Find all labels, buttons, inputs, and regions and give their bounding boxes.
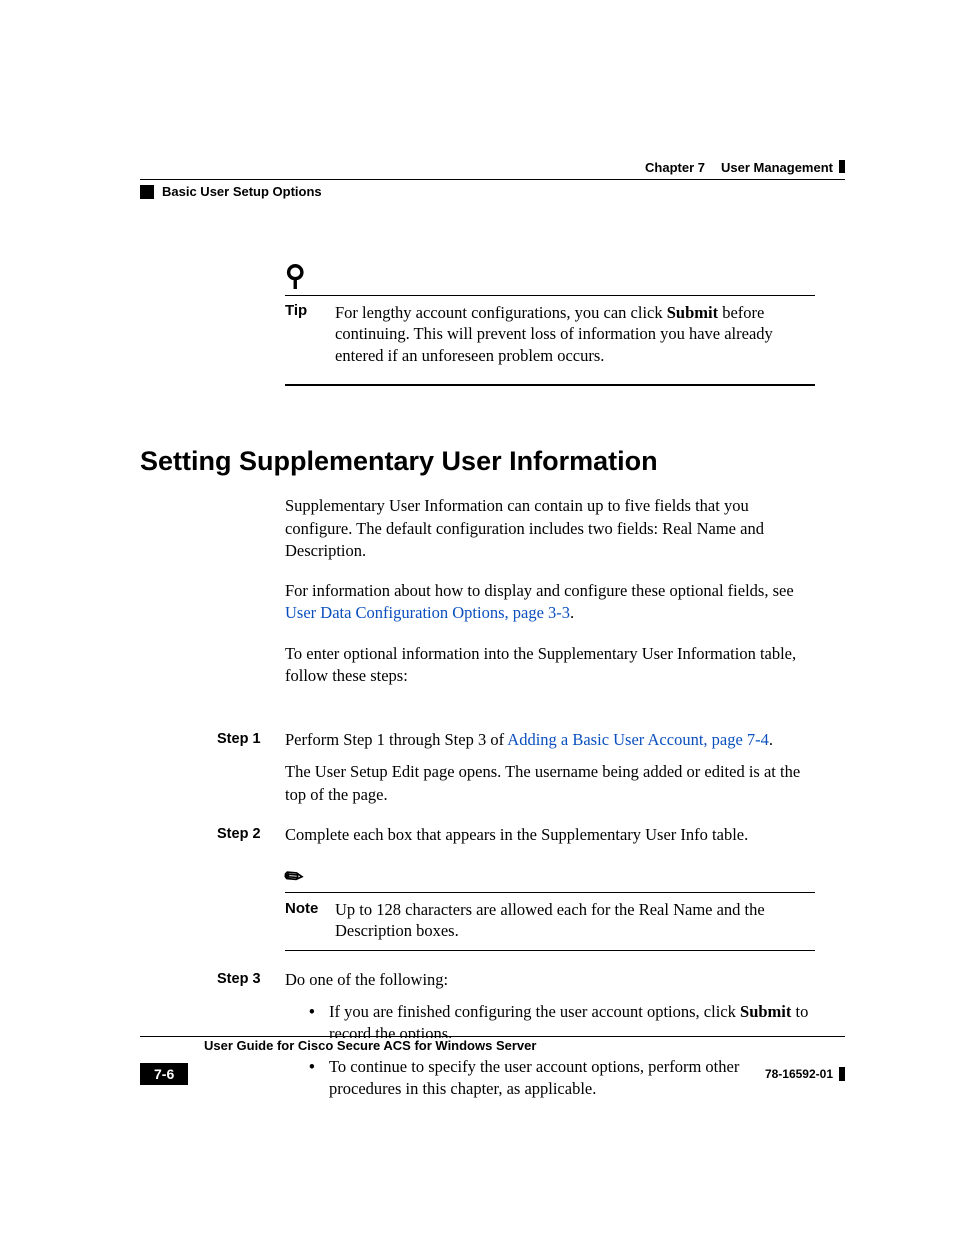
tip-text: For lengthy account configurations, you … [335, 302, 815, 366]
adding-basic-user-link[interactable]: Adding a Basic User Account, page 7-4 [507, 730, 769, 749]
chapter-label: Chapter 7 [645, 160, 705, 175]
note-block: ✎ Note Up to 128 characters are allowed … [285, 862, 815, 951]
tip-section: ⚲ Tip For lengthy account configurations… [285, 259, 845, 386]
user-data-config-link[interactable]: User Data Configuration Options, page 3-… [285, 603, 570, 622]
step-1: Step 1 Perform Step 1 through Step 3 of … [217, 729, 817, 806]
step-1-pre: Perform Step 1 through Step 3 of [285, 730, 507, 749]
step-1-follow: The User Setup Edit page opens. The user… [285, 761, 815, 806]
section-label: Basic User Setup Options [162, 184, 322, 199]
tip-label: Tip [285, 302, 335, 366]
tip-text-pre: For lengthy account configurations, you … [335, 303, 667, 322]
footer-rule [140, 1036, 845, 1037]
note-bottom-rule [285, 950, 815, 951]
note-top-rule [285, 892, 815, 893]
header-rule [140, 179, 845, 180]
footer-marker-icon [839, 1067, 845, 1081]
page-footer: User Guide for Cisco Secure ACS for Wind… [140, 1036, 845, 1085]
page-content: Chapter 7 User Management Basic User Set… [140, 160, 845, 1100]
bullet-1-bold: Submit [740, 1002, 791, 1021]
step-1-text: Perform Step 1 through Step 3 of Adding … [285, 729, 815, 751]
page-number-badge: 7-6 [140, 1063, 188, 1085]
intro-paragraph-3: To enter optional information into the S… [285, 643, 815, 688]
tip-icon: ⚲ [285, 259, 306, 293]
section-row: Basic User Setup Options [140, 184, 845, 199]
tip-top-rule [285, 295, 815, 296]
step-3-text: Do one of the following: [285, 969, 815, 991]
bullet-1-pre: If you are finished configuring the user… [329, 1002, 740, 1021]
tip-bottom-rule [285, 384, 815, 386]
intro-paragraph-1: Supplementary User Information can conta… [285, 495, 815, 562]
step-1-post: . [769, 730, 773, 749]
section-marker-icon [140, 185, 154, 199]
intro-p2-pre: For information about how to display and… [285, 581, 794, 600]
intro-p2-post: . [570, 603, 574, 622]
section-heading: Setting Supplementary User Information [140, 446, 845, 477]
running-header: Chapter 7 User Management [140, 160, 845, 175]
document-id: 78-16592-01 [765, 1067, 833, 1081]
intro-paragraph-2: For information about how to display and… [285, 580, 815, 625]
note-text: Up to 128 characters are allowed each fo… [335, 899, 815, 942]
header-marker-icon [839, 160, 845, 173]
step-2: Step 2 Complete each box that appears in… [217, 824, 817, 951]
step-2-label: Step 2 [217, 824, 285, 951]
note-label: Note [285, 899, 335, 942]
chapter-title: User Management [721, 160, 833, 175]
step-2-text: Complete each box that appears in the Su… [285, 824, 815, 846]
tip-submit-word: Submit [667, 303, 718, 322]
step-1-label: Step 1 [217, 729, 285, 806]
guide-title: User Guide for Cisco Secure ACS for Wind… [200, 1038, 540, 1053]
